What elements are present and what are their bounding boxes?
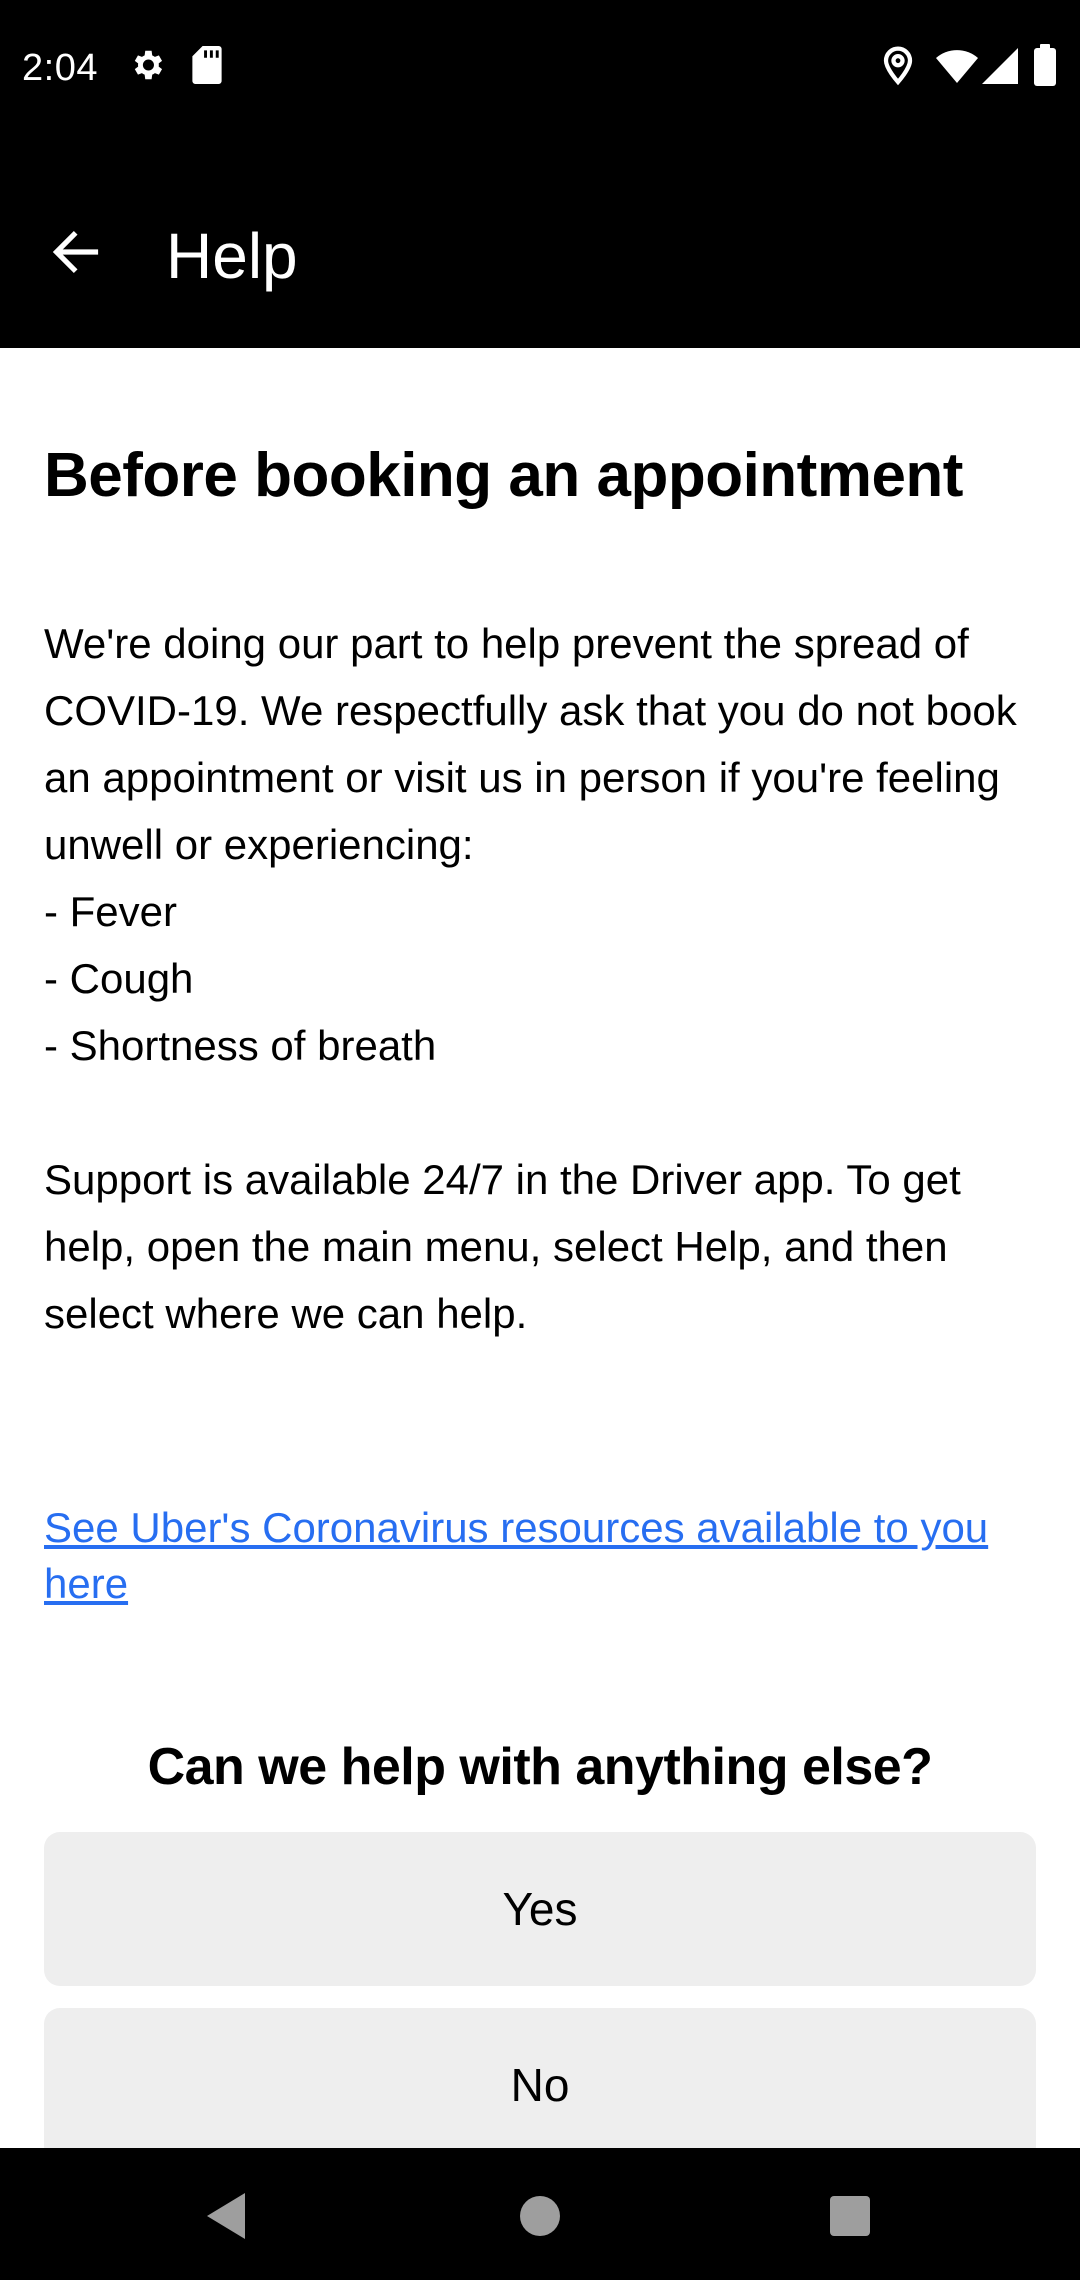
nav-recents-button[interactable]	[810, 2178, 890, 2258]
yes-button[interactable]: Yes	[44, 1832, 1036, 1986]
help-article: Before booking an appointment We're doin…	[0, 348, 1080, 2148]
app-bar: Help	[0, 136, 1080, 348]
gear-icon	[128, 46, 166, 89]
article-heading: Before booking an appointment	[44, 441, 963, 510]
system-nav-bar	[0, 2148, 1080, 2280]
location-icon	[882, 46, 914, 91]
wifi-icon	[936, 50, 978, 89]
status-bar: 2:04	[0, 0, 1080, 136]
home-circle-icon	[518, 2194, 562, 2243]
signal-icon	[982, 48, 1018, 89]
nav-back-button[interactable]	[186, 2178, 266, 2258]
nav-home-button[interactable]	[500, 2178, 580, 2258]
help-question: Can we help with anything else?	[147, 1738, 933, 1796]
arrow-left-icon	[50, 226, 102, 283]
coronavirus-resources-link[interactable]: See Uber's Coronavirus resources availab…	[44, 1500, 1004, 1612]
article-body: We're doing our part to help prevent the…	[44, 620, 1017, 1337]
recents-square-icon	[828, 2194, 872, 2243]
status-time: 2:04	[22, 47, 98, 89]
page-title: Help	[166, 220, 298, 292]
back-triangle-icon	[203, 2191, 249, 2246]
battery-icon	[1034, 44, 1056, 91]
sd-card-icon	[192, 46, 222, 89]
no-button[interactable]: No	[44, 2008, 1036, 2148]
back-button[interactable]	[40, 218, 112, 290]
